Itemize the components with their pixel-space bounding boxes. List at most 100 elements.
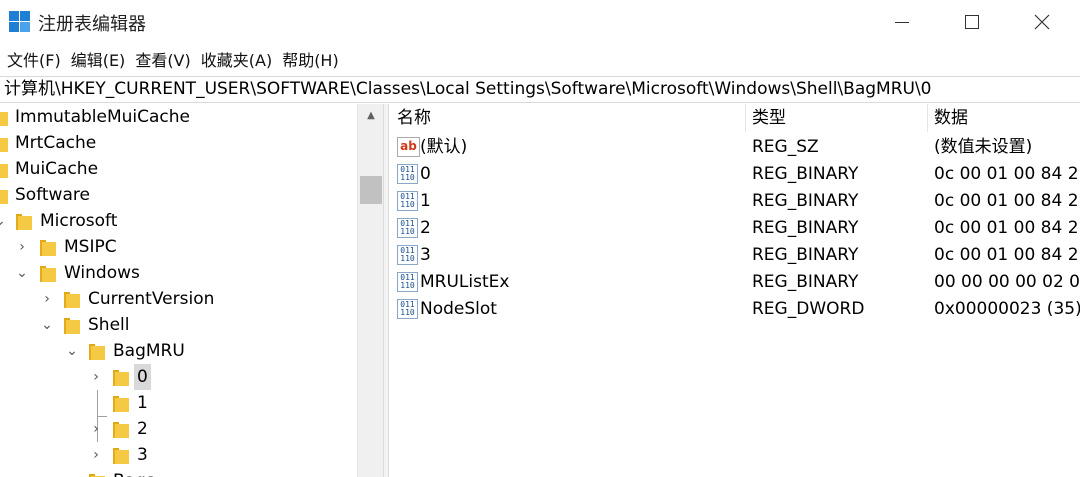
tree-item-label: MuiCache [15,159,99,179]
value-type: REG_BINARY [752,164,859,184]
tree-item-label: BagMRU [113,341,185,361]
value-type: REG_BINARY [752,191,859,211]
folder-icon [113,422,129,438]
scroll-thumb[interactable] [360,176,382,204]
value-name: 0 [420,164,431,184]
value-data: 0c 00 01 00 84 2 [934,191,1079,211]
tree-item[interactable]: ⌄ Windows [0,260,360,286]
folder-icon [40,266,56,282]
menu-view[interactable]: 查看(V) [135,47,190,71]
folder-icon [40,240,56,256]
tree-scrollbar[interactable]: ▲ [357,104,383,477]
folder-icon [64,292,80,308]
tree-item[interactable]: MuiCache [0,156,360,182]
table-row[interactable]: 011 110 1 REG_BINARY 0c 00 01 00 84 2 [390,188,1080,214]
menu-help[interactable]: 帮助(H) [282,47,339,71]
collapsed-chevron-icon[interactable]: › [16,234,28,260]
value-type: REG_SZ [752,137,819,157]
value-name: 3 [420,245,431,265]
table-row[interactable]: ab (默认) REG_SZ (数值未设置) [390,134,1080,160]
title-bar: 注册表编辑器 [0,0,1080,44]
folder-icon [16,214,32,230]
tree-item[interactable]: ⌄ Shell [0,312,360,338]
value-type: REG_BINARY [752,218,859,238]
folder-icon [0,188,8,204]
menu-file[interactable]: 文件(F) [7,47,61,71]
collapsed-chevron-icon[interactable]: › [90,416,102,442]
tree-item[interactable]: › 3 [0,442,360,468]
table-row[interactable]: 011 110 0 REG_BINARY 0c 00 01 00 84 2 [390,161,1080,187]
column-divider[interactable] [927,104,928,132]
value-data: 0c 00 01 00 84 2 [934,218,1079,238]
folder-icon [0,110,8,126]
tree-item-label: Shell [88,315,130,335]
collapsed-chevron-icon[interactable]: › [41,286,53,312]
minimize-icon [895,21,909,23]
close-button[interactable] [1012,0,1072,44]
tree-item[interactable]: MrtCache [0,130,360,156]
maximize-icon [965,15,979,29]
list-header: 名称 类型 数据 [390,104,1080,132]
column-header-name[interactable]: 名称 [397,104,431,132]
expanded-chevron-icon[interactable]: ⌄ [16,260,28,286]
tree-item[interactable]: › MSIPC [0,234,360,260]
folder-icon [0,162,8,178]
column-divider[interactable] [745,104,746,132]
window-title: 注册表编辑器 [38,14,146,35]
value-data: 00 00 00 00 02 0 [934,272,1080,292]
expanded-chevron-icon[interactable]: ⌄ [66,338,78,364]
expanded-chevron-icon[interactable]: ⌄ [41,312,53,338]
value-data: 0x00000023 (35) [934,299,1080,319]
tree-item[interactable]: › 2 [0,416,360,442]
values-list: 名称 类型 数据 ab (默认) REG_SZ (数值未设置) 011 110 0… [390,104,1080,477]
binary-value-icon: 011 110 [397,191,418,211]
tree-item-label: MrtCache [15,133,97,153]
table-row[interactable]: 011 110 3 REG_BINARY 0c 00 01 00 84 2 [390,242,1080,268]
pane-splitter[interactable] [383,104,389,477]
collapsed-chevron-icon[interactable]: › [90,442,102,468]
tree-item-label: MSIPC [64,237,117,257]
collapsed-chevron-icon[interactable]: › [90,364,102,390]
menu-edit[interactable]: 编辑(E) [71,47,126,71]
table-row[interactable]: 011 110 NodeSlot REG_DWORD 0x00000023 (35… [390,296,1080,322]
menu-favorites[interactable]: 收藏夹(A) [201,47,272,71]
binary-value-icon: 011 110 [397,218,418,238]
binary-value-icon: 011 110 [397,272,418,292]
tree-item[interactable]: ImmutableMuiCache [0,104,360,130]
table-row[interactable]: 011 110 2 REG_BINARY 0c 00 01 00 84 2 [390,215,1080,241]
column-header-data[interactable]: 数据 [934,104,968,132]
expanded-chevron-icon[interactable]: ⌄ [0,208,6,234]
scroll-up-icon[interactable]: ▲ [358,104,384,126]
registry-tree: ImmutableMuiCache MrtCache MuiCache Soft… [0,104,383,477]
value-name: 2 [420,218,431,238]
value-name: NodeSlot [420,299,497,319]
regedit-icon [9,11,31,33]
binary-value-icon: 011 110 [397,245,418,265]
column-header-type[interactable]: 类型 [752,104,786,132]
folder-icon [64,318,80,334]
folder-icon [113,396,129,412]
tree-item-label: Windows [64,263,140,283]
tree-item[interactable]: Bags [0,468,360,477]
table-row[interactable]: 011 110 MRUListEx REG_BINARY 00 00 00 00 … [390,269,1080,295]
tree-item-label: Microsoft [40,211,118,231]
tree-item[interactable]: ⌄ BagMRU [0,338,360,364]
address-bar[interactable]: 计算机\HKEY_CURRENT_USER\SOFTWARE\Classes\L… [0,76,1080,103]
value-type: REG_BINARY [752,245,859,265]
tree-item[interactable]: ⌄ Microsoft [0,208,360,234]
folder-icon [113,370,129,386]
tree-item[interactable]: › CurrentVersion [0,286,360,312]
value-data: (数值未设置) [934,137,1033,157]
folder-icon [89,344,105,360]
tree-item-selected[interactable]: › 0 [0,364,360,390]
string-value-icon: ab [397,137,420,157]
value-name: (默认) [420,137,468,157]
maximize-button[interactable] [942,0,1002,44]
minimize-button[interactable] [872,0,932,44]
value-data: 0c 00 01 00 84 2 [934,245,1079,265]
tree-item[interactable]: 1 [0,390,360,416]
tree-item[interactable]: Software [0,182,360,208]
value-type: REG_DWORD [752,299,865,319]
folder-icon [113,448,129,464]
tree-item-label: Software [15,185,90,205]
